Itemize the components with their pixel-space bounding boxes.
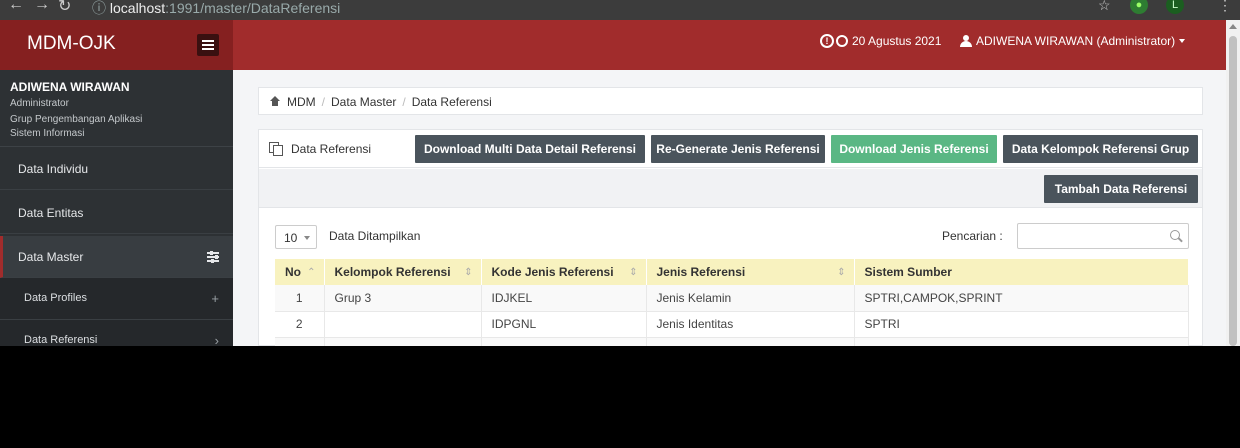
panel-header: Data Referensi Download Multi Data Detai…: [259, 130, 1202, 168]
cell-kelompok: [324, 311, 482, 338]
page-length-label: Data Ditampilkan: [329, 229, 421, 243]
app-brand[interactable]: MDM-OJK: [27, 33, 116, 55]
sort-icon: ⇕: [629, 267, 638, 278]
home-icon[interactable]: [270, 96, 280, 106]
profile-name: ADIWENA WIRAWAN: [10, 80, 130, 94]
data-referensi-panel: Data Referensi Download Multi Data Detai…: [258, 129, 1203, 346]
page-length-value: 10: [284, 231, 298, 245]
forward-icon[interactable]: →: [34, 0, 50, 14]
back-icon[interactable]: ←: [8, 0, 24, 14]
sort-icon: ⇕: [837, 267, 846, 278]
page-scrollbar[interactable]: [1226, 20, 1240, 346]
sidebar-item-data-profiles[interactable]: Data Profiles +: [0, 278, 233, 320]
tambah-data-button[interactable]: Tambah Data Referensi: [1044, 175, 1198, 203]
sidebar: ADIWENA WIRAWAN Administrator Grup Penge…: [0, 70, 233, 346]
sliders-icon: [207, 251, 219, 263]
table-header-row: No ⌃ Kelompok Referensi ⇕ Kode Jenis Refer…: [275, 259, 1189, 285]
table-row[interactable]: 1 Grup 3 IDJKEL Jenis Kelamin SPTRI,CAMP…: [275, 285, 1189, 312]
caret-down-icon: [1179, 39, 1186, 43]
sidebar-item-label: Data Individu: [18, 162, 89, 176]
column-header-kode[interactable]: Kode Jenis Referensi ⇕: [481, 259, 647, 285]
cell-no: 2: [275, 311, 325, 338]
column-header-kelompok[interactable]: Kelompok Referensi ⇕: [324, 259, 482, 285]
table-row[interactable]: [275, 337, 1189, 346]
cell-jenis: Jenis Identitas: [646, 311, 855, 338]
cell-kelompok: Grup 3: [324, 285, 482, 312]
chevron-down-icon: [304, 236, 310, 240]
sort-icon: ⇕: [464, 267, 473, 278]
user-name: ADIWENA WIRAWAN (Administrator): [976, 34, 1176, 48]
cell-sistem: SPTRI,CAMPOK,SPRINT: [854, 285, 1189, 312]
referensi-table: No ⌃ Kelompok Referensi ⇕ Kode Jenis Refer…: [275, 259, 1189, 346]
breadcrumb-item-mdm[interactable]: MDM: [287, 95, 316, 109]
chevron-right-icon: ›: [214, 333, 219, 346]
sidebar-item-label: Data Master: [18, 250, 84, 264]
user-profile: ADIWENA WIRAWAN Administrator Grup Penge…: [0, 70, 233, 147]
cell-jenis: Jenis Kelamin: [646, 285, 855, 312]
scroll-up-icon[interactable]: [1229, 24, 1237, 29]
profile-group: Grup Pengembangan Aplikasi: [10, 114, 143, 125]
cell-kode: IDPGNL: [481, 311, 647, 338]
url-path: :1991/master/DataReferensi: [165, 0, 341, 16]
browser-viewport: ← → ↻ ⓘ localhost:1991/master/DataRefere…: [0, 0, 1240, 346]
download-jenis-button[interactable]: Download Jenis Referensi: [831, 135, 997, 163]
breadcrumb: MDM / Data Master / Data Referensi: [258, 87, 1203, 115]
regenerate-jenis-button[interactable]: Re-Generate Jenis Referensi: [651, 135, 825, 163]
cell-sistem: SPTRI: [854, 311, 1189, 338]
search-input[interactable]: [1017, 223, 1189, 249]
clock-icon: [836, 35, 848, 47]
menu-toggle-icon[interactable]: [197, 34, 219, 56]
sidebar-item-data-master[interactable]: Data Master: [0, 236, 233, 278]
column-header-jenis[interactable]: Jenis Referensi ⇕: [646, 259, 855, 285]
browser-menu-icon[interactable]: ⋮: [1218, 0, 1232, 14]
app-header: MDM-OJK ! 20 Agustus 2021 ADIWENA WIRAWA…: [0, 20, 1226, 70]
download-multi-detail-button[interactable]: Download Multi Data Detail Referensi: [415, 135, 645, 163]
plus-icon: +: [211, 291, 219, 306]
sidebar-item-label: Data Referensi: [24, 334, 98, 346]
sidebar-item-label: Data Profiles: [24, 292, 87, 304]
address-bar[interactable]: ⓘ localhost:1991/master/DataReferensi: [92, 0, 340, 18]
table-row[interactable]: 2 IDPGNL Jenis Identitas SPTRI: [275, 311, 1189, 338]
browser-toolbar: ← → ↻ ⓘ localhost:1991/master/DataRefere…: [0, 0, 1240, 20]
url-host: localhost: [109, 0, 166, 16]
breadcrumb-item-current: Data Referensi: [411, 95, 492, 109]
date-display: 20 Agustus 2021: [836, 34, 941, 48]
breadcrumb-item-data-master[interactable]: Data Master: [331, 95, 396, 109]
reload-icon[interactable]: ↻: [58, 0, 71, 16]
page-length-select[interactable]: 10: [275, 225, 317, 249]
sidebar-item-data-referensi[interactable]: Data Referensi ›: [0, 320, 233, 346]
scrollbar-thumb[interactable]: [1229, 36, 1237, 346]
profile-unit: Sistem Informasi: [10, 128, 85, 139]
column-header-no[interactable]: No ⌃: [275, 259, 325, 285]
panel-title: Data Referensi: [291, 142, 372, 156]
sidebar-item-data-individu[interactable]: Data Individu: [0, 148, 233, 190]
user-menu[interactable]: ADIWENA WIRAWAN (Administrator): [960, 34, 1186, 48]
user-icon: [960, 35, 972, 47]
sidebar-item-label: Data Entitas: [18, 206, 84, 220]
sidebar-item-data-entitas[interactable]: Data Entitas: [0, 192, 233, 234]
copy-icon: [269, 142, 283, 156]
screen: ← → ↻ ⓘ localhost:1991/master/DataRefere…: [0, 0, 1240, 448]
alert-icon[interactable]: !: [820, 34, 834, 48]
extension-icon[interactable]: ●: [1130, 0, 1148, 14]
cell-no: 1: [275, 285, 325, 312]
search-label: Pencarian :: [942, 229, 1003, 243]
brand-area: MDM-OJK: [0, 20, 233, 70]
sort-asc-icon: ⌃: [307, 267, 316, 278]
kelompok-referensi-grup-button[interactable]: Data Kelompok Referensi Grup: [1003, 135, 1198, 163]
cell-kode: IDJKEL: [481, 285, 647, 312]
bookmark-star-icon[interactable]: ☆: [1098, 0, 1111, 14]
search-icon: [1170, 230, 1180, 240]
current-date: 20 Agustus 2021: [852, 34, 942, 48]
column-header-sistem[interactable]: Sistem Sumber: [854, 259, 1189, 285]
profile-avatar[interactable]: L: [1166, 0, 1184, 14]
profile-role: Administrator: [10, 98, 69, 109]
panel-toolbar: Tambah Data Referensi: [259, 169, 1202, 208]
